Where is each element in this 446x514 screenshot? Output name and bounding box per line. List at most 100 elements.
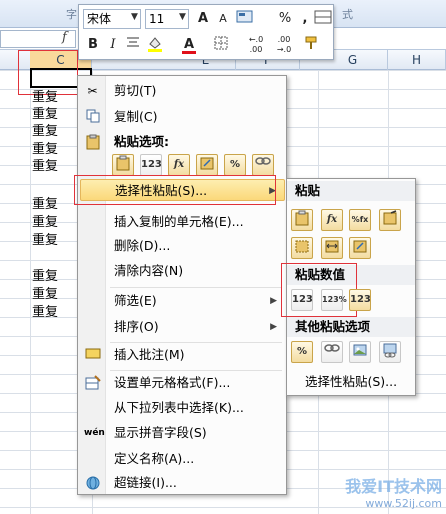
font-color-label: A: [183, 37, 195, 52]
paste-values-number-format-button[interactable]: 123%: [321, 289, 347, 311]
menu-item-format-cells[interactable]: 设置单元格格式(F)...: [80, 372, 285, 394]
format-painter-icon[interactable]: [301, 35, 321, 55]
phonetic-icon: wén: [84, 428, 105, 438]
cell-c5[interactable]: 重复: [32, 123, 58, 141]
bold-button[interactable]: B: [83, 35, 103, 55]
menu-item-label: 定义名称(A)...: [114, 451, 195, 466]
scissors-icon: ✂: [87, 84, 98, 98]
paste-values-source-format-button[interactable]: 123: [349, 289, 371, 311]
paste-no-borders-icon[interactable]: [291, 237, 313, 259]
clipboard-icon: [84, 134, 101, 150]
grid-line: [30, 70, 31, 514]
comment-icon: [84, 347, 101, 363]
ribbon-group-font-label: 字: [66, 8, 77, 21]
cell-c7[interactable]: 重复: [32, 158, 58, 176]
cell-c15[interactable]: 重复: [32, 304, 58, 322]
format-cells-icon: [84, 375, 101, 391]
hyperlink-globe-icon: [84, 475, 101, 491]
paste-icon[interactable]: [112, 154, 134, 176]
cell-c9[interactable]: 重复: [32, 196, 58, 214]
menu-item-copy[interactable]: 复制(C): [80, 106, 285, 128]
italic-button[interactable]: I: [103, 35, 123, 55]
paste-values-icon[interactable]: 123: [140, 154, 162, 176]
paste-formulas-number-format-icon[interactable]: %fx: [349, 209, 371, 231]
number-format-icon[interactable]: [235, 9, 255, 29]
paste-keep-source-format-icon[interactable]: [379, 209, 401, 231]
chevron-right-icon: ▶: [270, 296, 277, 306]
menu-item-label: 剪切(T): [114, 83, 157, 98]
menu-item-label: 删除(D)...: [114, 238, 171, 253]
paste-values-button[interactable]: 123: [291, 289, 313, 311]
paste-picture-button[interactable]: [349, 341, 371, 363]
menu-item-label: 粘贴选项:: [114, 134, 169, 149]
submenu-header-other: 其他粘贴选项: [287, 317, 415, 337]
align-center-icon[interactable]: [123, 35, 143, 55]
paste-formulas-icon[interactable]: fx: [168, 154, 190, 176]
column-header-h[interactable]: H: [388, 50, 446, 70]
context-menu: ✂ 剪切(T) 复制(C) 粘贴选项: 123 fx % 选择性粘贴(S)...…: [74, 75, 287, 495]
watermark: 我爱IT技术网 www.52ij.com: [345, 473, 442, 510]
menu-separator: [110, 287, 282, 288]
menu-item-label: 清除内容(N): [114, 263, 184, 278]
font-color-button[interactable]: A: [179, 35, 199, 55]
submenu-item-paste-special[interactable]: 选择性粘贴(S)...: [287, 371, 415, 393]
highlight-box-paste-special: [74, 175, 276, 205]
fill-color-icon[interactable]: [145, 35, 165, 55]
grow-font-button[interactable]: A: [193, 9, 213, 29]
menu-item-insert-copied-cells[interactable]: 插入复制的单元格(E)...: [80, 211, 285, 233]
watermark-text: 我爱IT技术网: [345, 477, 442, 496]
cell-c3[interactable]: 重复: [32, 89, 58, 107]
chevron-down-icon[interactable]: ▼: [131, 12, 138, 22]
paste-options-header: 粘贴选项:: [80, 131, 285, 153]
font-color-swatch: [182, 51, 196, 54]
menu-item-label: 复制(C): [114, 109, 158, 124]
paste-link-icon[interactable]: [252, 154, 274, 176]
menu-item-clear-contents[interactable]: 清除内容(N): [80, 260, 285, 282]
borders-icon[interactable]: [211, 35, 231, 55]
paste-icon[interactable]: [291, 209, 313, 231]
cell-c4[interactable]: 重复: [32, 106, 58, 124]
menu-separator: [110, 342, 282, 343]
menu-item-label: 从下拉列表中选择(K)...: [114, 400, 244, 415]
decrease-decimal-button[interactable]: .00 →.0: [271, 35, 297, 55]
menu-item-cut[interactable]: ✂ 剪切(T): [80, 80, 285, 102]
menu-item-label: 设置单元格格式(F)...: [114, 375, 231, 390]
menu-item-show-phonetic[interactable]: wén 显示拼音字段(S): [80, 422, 285, 444]
menu-item-hyperlink[interactable]: 超链接(I)...: [80, 472, 285, 494]
cell-c11[interactable]: 重复: [32, 232, 58, 250]
menu-item-filter[interactable]: 筛选(E) ▶: [80, 290, 285, 312]
paste-formatting-icon[interactable]: %: [224, 154, 246, 176]
mini-toolbar: 宋体 ▼ 11 ▼ A A % , B I A ←.0 .00 .00 →.0: [78, 4, 334, 60]
copy-icon: [84, 109, 101, 125]
cell-c14[interactable]: 重复: [32, 286, 58, 304]
format-table-icon[interactable]: [313, 9, 333, 29]
menu-item-delete[interactable]: 删除(D)...: [80, 235, 285, 257]
paste-special-submenu: 粘贴 fx %fx 粘贴数值 123 123% 123 其他粘贴选项 % 选择性…: [281, 178, 416, 396]
paste-formulas-icon[interactable]: fx: [321, 209, 343, 231]
menu-item-label: 超链接(I)...: [114, 475, 177, 490]
chevron-right-icon: ▶: [270, 322, 277, 332]
menu-separator: [110, 370, 282, 371]
increase-decimal-button[interactable]: ←.0 .00: [243, 35, 269, 55]
paste-transpose-icon[interactable]: [196, 154, 218, 176]
paste-link-button[interactable]: [321, 341, 343, 363]
shrink-font-button[interactable]: A: [213, 9, 233, 29]
chevron-down-icon[interactable]: ▼: [179, 12, 186, 22]
submenu-header-paste: 粘贴: [287, 181, 415, 201]
paste-formatting-button[interactable]: %: [291, 341, 313, 363]
percent-style-button[interactable]: %: [275, 9, 295, 29]
comma-style-button[interactable]: ,: [295, 9, 315, 29]
menu-item-insert-comment[interactable]: 插入批注(M): [80, 344, 285, 366]
paste-transpose-icon[interactable]: [349, 237, 371, 259]
menu-item-sort[interactable]: 排序(O) ▶: [80, 316, 285, 338]
menu-item-label: 插入复制的单元格(E)...: [114, 214, 244, 229]
cell-c13[interactable]: 重复: [32, 268, 58, 286]
menu-item-define-name[interactable]: 定义名称(A)...: [80, 448, 285, 470]
paste-linked-picture-button[interactable]: [379, 341, 401, 363]
menu-item-label: 显示拼音字段(S): [114, 425, 207, 440]
cell-c6[interactable]: 重复: [32, 141, 58, 159]
fx-icon[interactable]: f: [62, 30, 67, 45]
paste-keep-column-width-icon[interactable]: [321, 237, 343, 259]
menu-item-pick-from-list[interactable]: 从下拉列表中选择(K)...: [80, 397, 285, 419]
cell-c10[interactable]: 重复: [32, 214, 58, 232]
